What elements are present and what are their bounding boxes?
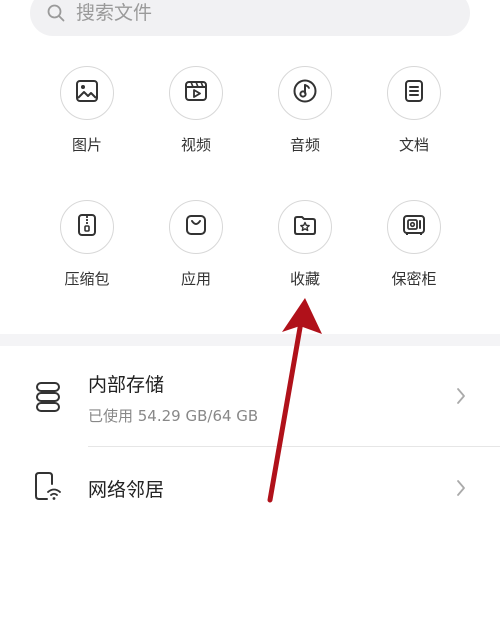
category-label: 收藏 xyxy=(289,270,320,288)
category-label: 视频 xyxy=(180,136,211,154)
internal-storage-text: 内部存储 已使用 54.29 GB/64 GB xyxy=(88,370,258,426)
video-icon xyxy=(183,78,209,108)
image-icon xyxy=(74,78,100,108)
storage-icon xyxy=(32,380,64,414)
category-safe-circle[interactable] xyxy=(387,200,441,254)
category-label: 应用 xyxy=(180,270,211,288)
category-grid: 图片 视频 音频 文档 压缩包 应用 收藏 保密柜 xyxy=(0,66,500,334)
network-neighborhood-title: 网络邻居 xyxy=(88,479,165,501)
document-icon xyxy=(401,78,427,108)
category-archives[interactable]: 压缩包 xyxy=(37,200,137,289)
category-images[interactable]: 图片 xyxy=(37,66,137,155)
safe-icon xyxy=(401,212,427,242)
internal-storage-usage: 已使用 54.29 GB/64 GB xyxy=(88,407,259,425)
search-input[interactable] xyxy=(76,2,416,24)
search-icon xyxy=(46,3,66,23)
category-documents[interactable]: 文档 xyxy=(364,66,464,155)
app-bag-icon xyxy=(183,212,209,242)
category-apps-circle[interactable] xyxy=(169,200,223,254)
list-divider xyxy=(88,446,500,447)
category-label: 保密柜 xyxy=(391,270,437,288)
audio-icon xyxy=(291,77,319,109)
category-favorites-circle[interactable] xyxy=(278,200,332,254)
search-bar[interactable] xyxy=(30,0,470,36)
category-label: 压缩包 xyxy=(64,270,110,288)
category-images-circle[interactable] xyxy=(60,66,114,120)
section-separator xyxy=(0,334,500,346)
chevron-right-icon xyxy=(454,478,468,498)
network-neighborhood-row[interactable]: 网络邻居 xyxy=(0,462,500,514)
category-favorites[interactable]: 收藏 xyxy=(255,200,355,289)
internal-storage-title: 内部存储 xyxy=(88,374,165,396)
category-audio-circle[interactable] xyxy=(278,66,332,120)
category-video[interactable]: 视频 xyxy=(146,66,246,155)
internal-storage-row[interactable]: 内部存储 已使用 54.29 GB/64 GB xyxy=(0,366,500,436)
category-label: 音频 xyxy=(289,136,320,154)
network-neighborhood-text: 网络邻居 xyxy=(88,475,164,502)
category-safe[interactable]: 保密柜 xyxy=(364,200,464,289)
category-row-1: 图片 视频 音频 文档 xyxy=(0,66,500,200)
favorites-folder-icon xyxy=(292,212,318,242)
network-device-icon xyxy=(32,470,64,504)
category-archives-circle[interactable] xyxy=(60,200,114,254)
category-row-2: 压缩包 应用 收藏 保密柜 xyxy=(0,200,500,334)
category-label: 图片 xyxy=(71,136,102,154)
category-audio[interactable]: 音频 xyxy=(255,66,355,155)
category-documents-circle[interactable] xyxy=(387,66,441,120)
category-apps[interactable]: 应用 xyxy=(146,200,246,289)
category-video-circle[interactable] xyxy=(169,66,223,120)
chevron-right-icon xyxy=(454,386,468,406)
category-label: 文档 xyxy=(398,136,429,154)
zip-icon xyxy=(74,212,100,242)
